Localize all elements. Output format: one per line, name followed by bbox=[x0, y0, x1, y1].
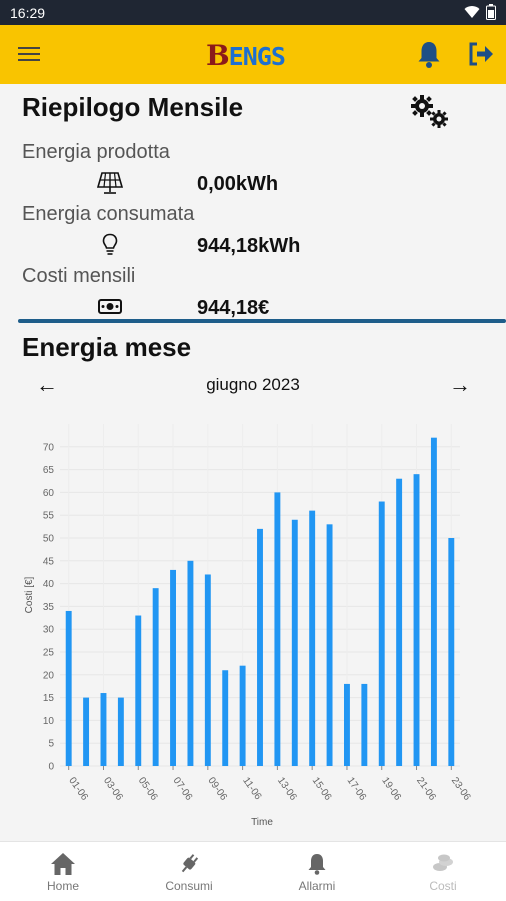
y-tick-label: 70 bbox=[43, 442, 55, 453]
settings-gears-icon[interactable] bbox=[408, 94, 452, 130]
logout-icon[interactable] bbox=[466, 39, 496, 69]
y-tick-label: 10 bbox=[43, 716, 55, 727]
y-tick-label: 40 bbox=[43, 579, 55, 590]
energy-produced-label: Energia prodotta bbox=[22, 141, 170, 163]
x-tick-label: 11-06 bbox=[240, 775, 264, 802]
hamburger-icon-line bbox=[18, 59, 40, 61]
plug-icon bbox=[181, 854, 199, 873]
bar-22-06 bbox=[430, 437, 437, 766]
main-content: Riepilogo Mensile Energia prodotta 0,00k… bbox=[0, 84, 506, 841]
nav-label-costi: Costi bbox=[429, 879, 457, 893]
section-divider bbox=[18, 319, 506, 323]
y-axis-label: Costi [€] bbox=[24, 576, 35, 613]
wifi-icon bbox=[464, 6, 480, 19]
monthly-costs-label: Costi mensili bbox=[22, 265, 136, 287]
y-tick-label: 50 bbox=[43, 534, 55, 545]
energy-month-title: Energia mese bbox=[22, 332, 192, 362]
bell-icon bbox=[308, 854, 326, 875]
bar-12-06 bbox=[257, 528, 263, 766]
status-time: 16:29 bbox=[10, 5, 46, 21]
x-tick-label: 09-06 bbox=[205, 775, 229, 803]
y-tick-label: 55 bbox=[43, 511, 55, 522]
nav-item-allarmi[interactable]: Allarmi bbox=[254, 842, 380, 901]
x-tick-label: 07-06 bbox=[171, 775, 195, 803]
bar-20-06 bbox=[396, 478, 403, 766]
next-month-arrow-icon[interactable]: → bbox=[444, 369, 476, 401]
bar-17-06 bbox=[344, 683, 350, 766]
y-tick-label: 60 bbox=[43, 488, 55, 499]
month-label: giugno 2023 bbox=[206, 375, 300, 394]
x-tick-label: 13-06 bbox=[275, 775, 299, 803]
logo-text: ENGS bbox=[228, 42, 286, 71]
energy-consumed-label: Energia consumata bbox=[22, 203, 195, 225]
nav-label-home: Home bbox=[46, 879, 79, 893]
y-tick-label: 35 bbox=[43, 602, 55, 613]
nav-item-costi[interactable]: Costi bbox=[380, 842, 506, 901]
y-tick-label: 20 bbox=[43, 670, 55, 681]
app-bar: BENGS bbox=[0, 25, 506, 84]
bar-23-06 bbox=[448, 538, 455, 766]
bar-13-06 bbox=[274, 492, 281, 766]
energy-produced-value: 0,00kWh bbox=[197, 173, 279, 195]
bar-07-06 bbox=[170, 569, 176, 766]
summary-title: Riepilogo Mensile bbox=[22, 92, 244, 122]
nav-item-consumi[interactable]: Consumi bbox=[126, 842, 252, 901]
bar-01-06 bbox=[65, 610, 72, 766]
status-bar: 16:29 bbox=[0, 0, 506, 25]
bar-04-06 bbox=[117, 697, 124, 766]
energy-consumed-value: 944,18kWh bbox=[197, 235, 301, 257]
x-tick-label: 01-06 bbox=[66, 775, 90, 803]
money-icon bbox=[98, 299, 122, 314]
energy-bar-chart: 0 5 10 15 20 25 30 35 40 45 50 55 60 65 70 01-06 03-06 05… bbox=[24, 424, 473, 828]
bar-09-06 bbox=[204, 574, 211, 766]
x-tick-label: 03-06 bbox=[101, 775, 125, 803]
solar-panel-icon bbox=[96, 172, 124, 194]
status-icons bbox=[464, 4, 496, 20]
x-tick-label: 15-06 bbox=[310, 775, 334, 803]
monthly-costs-value: 944,18€ bbox=[197, 297, 270, 319]
battery-icon bbox=[486, 4, 496, 20]
x-tick-label: 23-06 bbox=[449, 775, 473, 803]
bar-10-06 bbox=[222, 670, 229, 766]
y-tick-label: 15 bbox=[43, 693, 55, 704]
bar-05-06 bbox=[135, 615, 142, 766]
bar-08-06 bbox=[187, 560, 194, 766]
menu-button[interactable] bbox=[18, 43, 40, 65]
y-tick-label: 5 bbox=[48, 739, 54, 750]
x-tick-label: 21-06 bbox=[414, 775, 438, 803]
bar-21-06 bbox=[413, 474, 420, 766]
notifications-bell-icon[interactable] bbox=[414, 39, 444, 69]
nav-label-allarmi: Allarmi bbox=[298, 879, 336, 893]
x-tick-label: 05-06 bbox=[136, 775, 160, 803]
bar-19-06 bbox=[378, 501, 385, 766]
home-icon bbox=[51, 853, 75, 875]
y-tick-label: 65 bbox=[43, 465, 55, 476]
coins-icon bbox=[433, 854, 453, 871]
hamburger-icon-line bbox=[18, 47, 40, 49]
bar-14-06 bbox=[291, 519, 298, 766]
nav-item-home[interactable]: Home bbox=[0, 842, 126, 901]
month-navigator: ← giugno 2023 → bbox=[0, 369, 506, 401]
x-axis-label: Time bbox=[251, 817, 273, 828]
x-tick-label: 17-06 bbox=[344, 775, 368, 803]
y-tick-label: 0 bbox=[48, 762, 54, 773]
bar-06-06 bbox=[152, 588, 159, 766]
app-logo: BENGS bbox=[206, 39, 286, 72]
y-tick-label: 25 bbox=[43, 648, 55, 659]
bar-02-06 bbox=[83, 697, 90, 766]
y-tick-label: 30 bbox=[43, 625, 55, 636]
nav-label-consumi: Consumi bbox=[165, 879, 213, 893]
bottom-navigation: Home Consumi Allarmi Costi bbox=[0, 841, 506, 901]
bar-15-06 bbox=[309, 510, 316, 766]
logo-letter: B bbox=[206, 39, 230, 72]
y-tick-label: 45 bbox=[43, 556, 55, 567]
lightbulb-icon bbox=[102, 233, 118, 255]
bar-16-06 bbox=[326, 524, 333, 766]
bar-11-06 bbox=[239, 665, 246, 766]
hamburger-icon-line bbox=[18, 53, 40, 55]
bar-03-06 bbox=[100, 693, 107, 766]
x-tick-label: 19-06 bbox=[379, 775, 403, 803]
bar-18-06 bbox=[361, 683, 368, 766]
